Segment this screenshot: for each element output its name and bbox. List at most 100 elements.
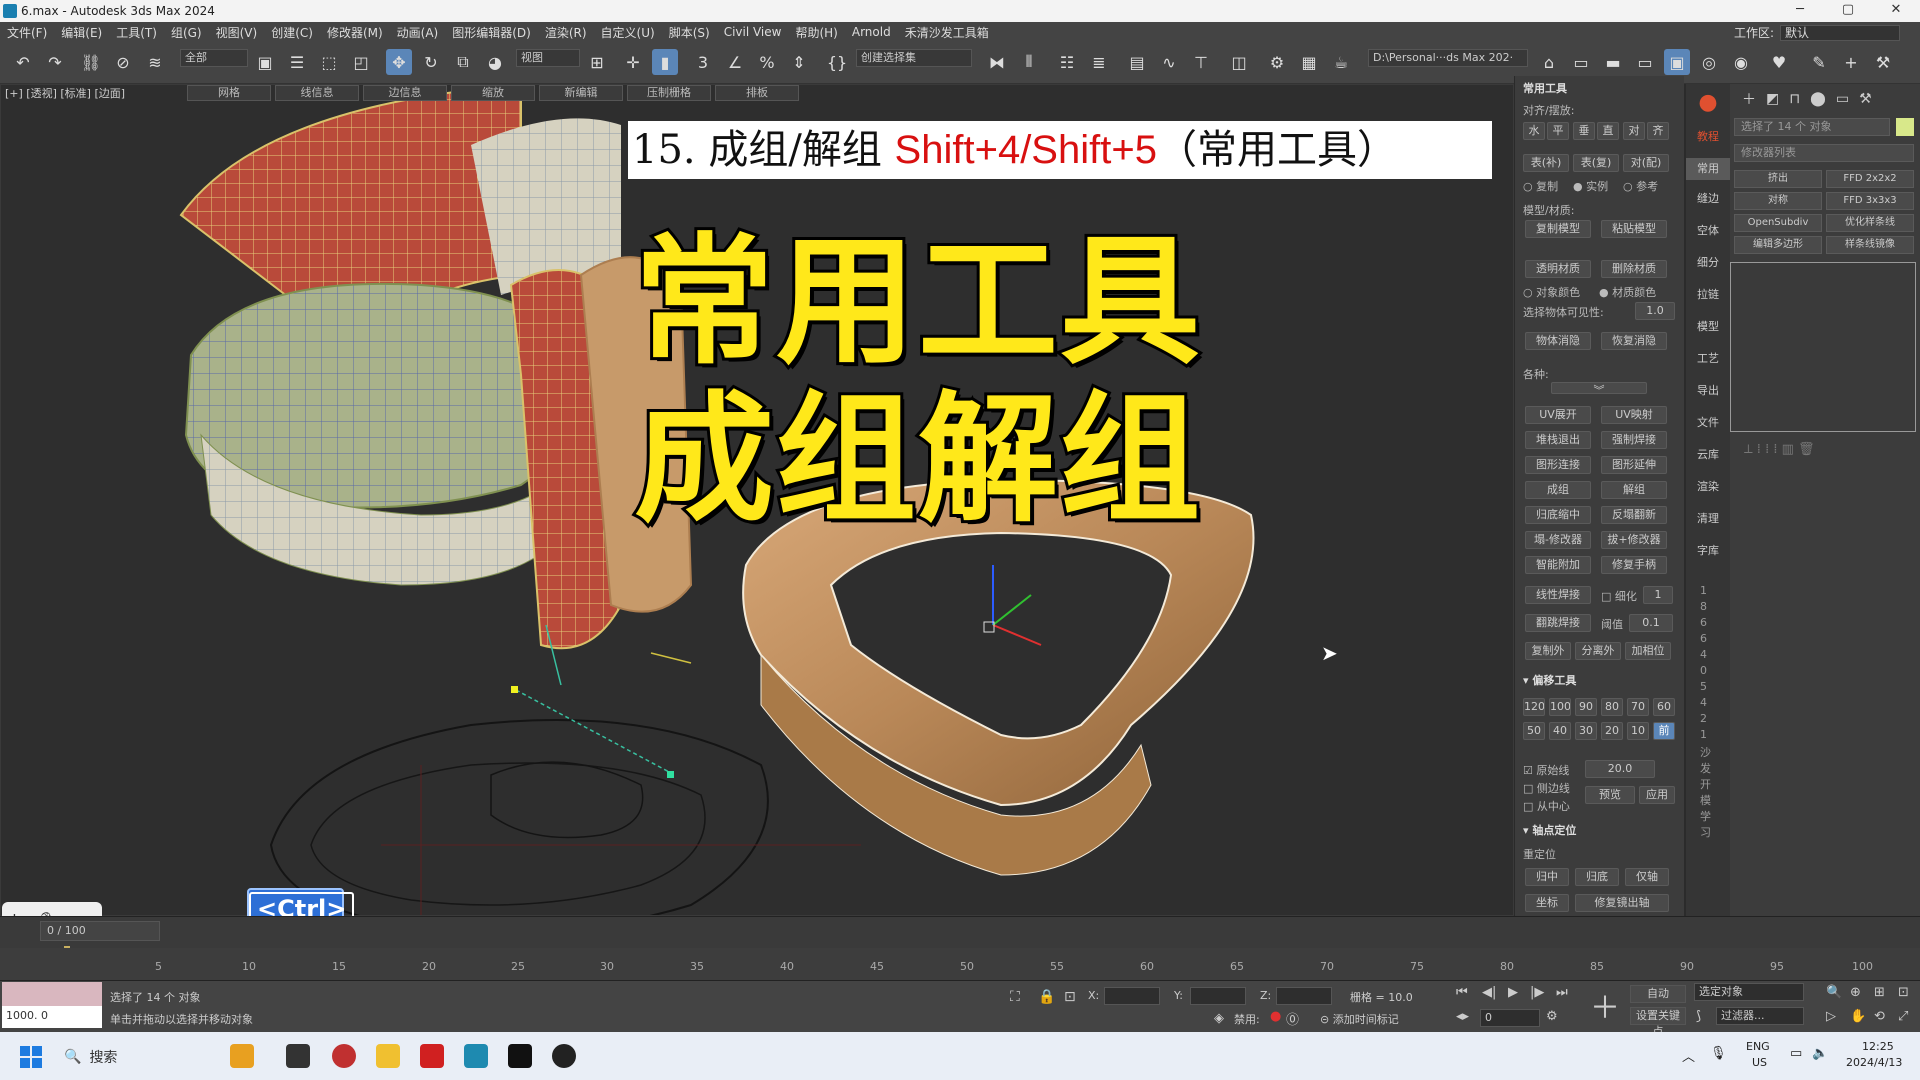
mirror-icon[interactable]: ⧓ (984, 49, 1010, 75)
table-match-button[interactable]: 对(配) (1623, 154, 1669, 172)
offset-80[interactable]: 80 (1601, 698, 1623, 716)
align-btn-1[interactable]: 水 (1523, 122, 1545, 140)
x-coord-field[interactable] (1104, 987, 1160, 1005)
select-scale-icon[interactable]: ⧉ (450, 49, 476, 75)
add-time-tag[interactable]: ⊝ 添加时间标记 (1320, 1011, 1399, 1027)
tab-common[interactable]: 常用 (1686, 158, 1730, 180)
rect-selection-icon[interactable]: ⬚ (316, 49, 342, 75)
zoom-extents-icon[interactable]: ⊞ (1874, 985, 1885, 1000)
tab-file[interactable]: 文件 (1686, 414, 1730, 430)
uv-map-button[interactable]: UV映射 (1601, 406, 1667, 424)
tray-chevron-icon[interactable]: ︿ (1682, 1046, 1695, 1065)
open-file-icon[interactable]: ▭ (1568, 49, 1594, 75)
modifier-stack-list[interactable] (1730, 262, 1916, 432)
lang-top[interactable]: ENG (1746, 1040, 1770, 1053)
menu-graph-editors[interactable]: 图形编辑器(D) (445, 24, 538, 41)
play-icon[interactable]: ▶ (1508, 985, 1518, 1000)
tab-model[interactable]: 模型 (1686, 318, 1730, 334)
menu-scripting[interactable]: 脚本(S) (662, 24, 717, 41)
selection-filter-dropdown[interactable]: 全部 (180, 49, 248, 67)
select-by-name-icon[interactable]: ☰ (284, 49, 310, 75)
material-editor-icon[interactable]: ◫ (1226, 49, 1252, 75)
select-object-icon[interactable]: ▣ (252, 49, 278, 75)
ribbon-edge-info[interactable]: 边信息 (363, 85, 447, 101)
browser-icon[interactable] (332, 1044, 356, 1068)
menu-modifiers[interactable]: 修改器(M) (320, 24, 390, 41)
fov-icon[interactable]: ▷ (1826, 1009, 1836, 1024)
line-weld-button[interactable]: 线性焊接 (1525, 586, 1591, 604)
ribbon-new-edit[interactable]: 新编辑 (539, 85, 623, 101)
orig-line-checkbox[interactable]: ☑ 原始线 (1523, 762, 1569, 778)
ribbon-line-info[interactable]: 线信息 (275, 85, 359, 101)
offset-70[interactable]: 70 (1627, 698, 1649, 716)
smart-attach-button[interactable]: 智能附加 (1525, 556, 1591, 574)
align-btn-4[interactable]: 直 (1597, 122, 1619, 140)
coord-button[interactable]: 坐标 (1525, 894, 1569, 912)
viewport-label[interactable]: [+] [透视] [标准] [边面] (5, 85, 125, 101)
time-config-icon[interactable]: ⚙ (1546, 1009, 1558, 1024)
edit-poly-button[interactable]: 编辑多边形 (1734, 236, 1822, 254)
orbit-icon[interactable]: ⟲ (1874, 1009, 1885, 1024)
tab-zipper[interactable]: 拉链 (1686, 286, 1730, 302)
display-tab-icon[interactable]: ▭ (1836, 91, 1849, 107)
menu-view[interactable]: 视图(V) (209, 24, 265, 41)
select-manipulate-icon[interactable]: ✛ (620, 49, 646, 75)
layer-explorer-icon[interactable]: ≣ (1086, 49, 1112, 75)
transparent-material-button[interactable]: 透明材质 (1525, 260, 1591, 278)
pivot-only-button[interactable]: 仅轴 (1625, 868, 1669, 886)
wrench-icon[interactable]: ⚒ (1870, 49, 1896, 75)
select-move-icon[interactable]: ✥ (386, 49, 412, 75)
widget-icon[interactable] (230, 1044, 254, 1068)
misc-collapse-icon[interactable]: ︾ (1551, 382, 1647, 394)
set-key-button[interactable]: 设置关键点 (1630, 1007, 1686, 1038)
add-modifier-button[interactable]: 拔+修改器 (1601, 531, 1667, 549)
place-icon[interactable]: ◕ (482, 49, 508, 75)
force-weld-button[interactable]: 强制焊接 (1601, 431, 1667, 449)
redo-icon[interactable]: ↷ (42, 49, 68, 75)
select-rotate-icon[interactable]: ↻ (418, 49, 444, 75)
3dsmax-icon[interactable] (464, 1044, 488, 1068)
menu-tools[interactable]: 工具(T) (109, 24, 164, 41)
goto-end-icon[interactable]: ⏭ (1556, 985, 1568, 1000)
snaps-toggle-icon[interactable]: 3 (690, 49, 716, 75)
save-file-icon[interactable]: ▬ (1600, 49, 1626, 75)
spline-mirror-button[interactable]: 样条线镜像 (1826, 236, 1914, 254)
rendered-frame-icon[interactable]: ▦ (1296, 49, 1322, 75)
auto-key-button[interactable]: 自动 (1630, 985, 1686, 1003)
shield-icon[interactable]: ◈ (1214, 1011, 1224, 1026)
undo-icon[interactable]: ↶ (10, 49, 36, 75)
align-btn-5[interactable]: 对 (1623, 122, 1645, 140)
capcut-icon[interactable] (508, 1044, 532, 1068)
maximize-button[interactable]: ▢ (1828, 0, 1868, 22)
align-btn-2[interactable]: 平 (1547, 122, 1569, 140)
plugin-icon[interactable]: ♥ (1766, 49, 1792, 75)
add-key-icon[interactable]: ＋ (1590, 983, 1620, 1027)
window-crossing-icon[interactable]: ◰ (348, 49, 374, 75)
offset-30[interactable]: 30 (1575, 722, 1597, 740)
collapse-icon[interactable]: ▭ (1632, 49, 1658, 75)
selection-name-field[interactable]: 选择了 14 个 对象 (1734, 118, 1890, 136)
shape-extend-button[interactable]: 图形延伸 (1601, 456, 1667, 474)
file-explorer-icon[interactable] (376, 1044, 400, 1068)
link-icon[interactable]: ⛓ (78, 49, 104, 75)
menu-file[interactable]: 文件(F) (0, 24, 54, 41)
tab-clean[interactable]: 清理 (1686, 510, 1730, 526)
unhide-button[interactable]: 恢复消隐 (1601, 332, 1667, 350)
task-view-icon[interactable] (286, 1044, 310, 1068)
menu-customize[interactable]: 自定义(U) (594, 24, 662, 41)
tab-font[interactable]: 字库 (1686, 542, 1730, 558)
object-hide-button[interactable]: 物体消隐 (1525, 332, 1591, 350)
pivot-center-icon[interactable]: ⊞ (584, 49, 610, 75)
paste-model-button[interactable]: 粘贴模型 (1601, 220, 1667, 238)
align-btn-3[interactable]: 垂 (1573, 122, 1595, 140)
current-frame-field[interactable]: 0 (1480, 1009, 1540, 1027)
workspace-dropdown[interactable]: 默认 (1780, 24, 1900, 41)
pencil-icon[interactable]: ✎ (1806, 49, 1832, 75)
align-icon[interactable]: ⫴ (1016, 49, 1042, 75)
utilities-tab-icon[interactable]: ⚒ (1859, 91, 1872, 107)
offset-100[interactable]: 100 (1549, 698, 1571, 716)
copy-out-button[interactable]: 复制外 (1525, 642, 1571, 660)
ribbon-mesh[interactable]: 网格 (187, 85, 271, 101)
orig-line-spinner[interactable]: 20.0 (1585, 760, 1655, 778)
bind-spacewarp-icon[interactable]: ≋ (142, 49, 168, 75)
